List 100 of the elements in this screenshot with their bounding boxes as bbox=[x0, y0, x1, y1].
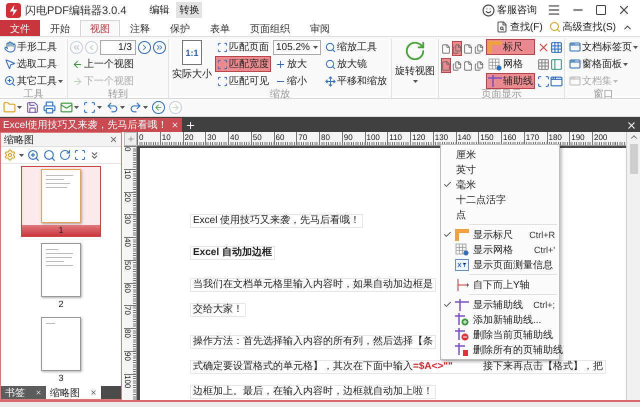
last-page-button[interactable] bbox=[153, 40, 166, 54]
print-button[interactable] bbox=[43, 101, 56, 114]
next-page-button[interactable] bbox=[138, 40, 151, 54]
grid-icon[interactable] bbox=[550, 41, 563, 54]
ribbon-tab[interactable]: 保护 bbox=[160, 20, 200, 36]
ribbon-tab[interactable]: 审阅 bbox=[300, 20, 340, 36]
group-label: 工具 bbox=[22, 89, 44, 100]
ruler-label: 200 bbox=[593, 133, 608, 142]
page-number-field[interactable]: 1/3 bbox=[100, 40, 136, 54]
page-thumbnail bbox=[41, 243, 81, 297]
ruler-label: 190 bbox=[570, 133, 585, 142]
undo-button[interactable] bbox=[106, 101, 125, 114]
menu-item[interactable]: 十二点活字 bbox=[441, 192, 559, 207]
panel-tab[interactable]: 缩略图 bbox=[46, 386, 101, 399]
fit-button[interactable]: 匹配可见 bbox=[215, 73, 271, 89]
file-menu-tab[interactable]: 文件 bbox=[0, 20, 40, 36]
checker-icon[interactable] bbox=[537, 58, 550, 71]
tool-button[interactable]: 选取工具 bbox=[2, 56, 65, 72]
page-icon bbox=[441, 44, 451, 54]
close-icon bbox=[617, 3, 631, 17]
menu-item[interactable]: 添加新辅助线... bbox=[441, 312, 559, 327]
menu-icon bbox=[547, 3, 561, 17]
mode-tab[interactable]: 转换 bbox=[176, 2, 202, 18]
menu-item[interactable]: 自下而上Y轴 bbox=[441, 277, 559, 292]
display-toggle-button[interactable]: 标尺 bbox=[486, 39, 535, 55]
menu-item[interactable]: 点 bbox=[441, 207, 559, 222]
zoom-level-select[interactable]: 105.2% bbox=[273, 40, 321, 54]
fit-button[interactable]: 匹配宽度 bbox=[215, 56, 271, 72]
save-button[interactable] bbox=[26, 101, 39, 114]
cross-icon[interactable] bbox=[537, 41, 550, 54]
page-thumbnail-item[interactable]: 1 bbox=[21, 166, 101, 237]
ribbon-tab[interactable]: 注释 bbox=[120, 20, 160, 36]
search-link[interactable]: 查找(F) bbox=[492, 18, 546, 36]
group-label: 窗口 bbox=[592, 89, 614, 100]
search-link[interactable]: 高级查找(S) bbox=[546, 18, 619, 36]
zoom-tool-button[interactable]: 缩放工具 bbox=[323, 39, 389, 55]
panel-tab[interactable]: 书签 bbox=[1, 386, 46, 399]
display-toggle-button[interactable]: 网格 bbox=[486, 56, 535, 72]
caret-icon bbox=[97, 106, 102, 109]
window-menu-button[interactable]: 文档标签页 bbox=[567, 39, 640, 55]
menu-item[interactable]: 显示标尺 Ctrl+R bbox=[441, 227, 559, 242]
zoom-tool-button[interactable]: 平移和缩放 bbox=[323, 73, 389, 89]
page-thumbnail-item[interactable]: 2 bbox=[21, 240, 101, 311]
page-frame-icon[interactable] bbox=[74, 149, 86, 161]
menu-item[interactable]: 英寸 bbox=[441, 162, 559, 177]
back-button[interactable] bbox=[152, 101, 165, 114]
panel-icon[interactable] bbox=[550, 58, 563, 71]
display-toggle-button[interactable]: 辅助线 bbox=[486, 73, 535, 89]
window-icon[interactable] bbox=[550, 75, 563, 88]
menu-item[interactable]: 显示页面测量信息 bbox=[441, 257, 559, 272]
zoom-in-icon[interactable] bbox=[27, 148, 40, 162]
page-thumbnail bbox=[41, 169, 81, 223]
tool-button[interactable]: 其它工具 bbox=[2, 73, 65, 89]
zoom-button[interactable]: 放大 bbox=[273, 56, 321, 72]
email-button[interactable] bbox=[60, 101, 79, 114]
ruler-label: 100 bbox=[366, 133, 380, 142]
paragraph-text: 操作方法：首先选择输入内容的所有列，然后选择【条 bbox=[190, 335, 436, 349]
ruler-label: 40 bbox=[124, 238, 132, 247]
page-thumbnail-item[interactable]: 3 bbox=[21, 314, 101, 385]
menu-item[interactable]: 厘米 bbox=[441, 147, 559, 162]
ribbon-tab[interactable]: 开始 bbox=[40, 20, 80, 36]
zoom-button[interactable]: 缩小 bbox=[273, 73, 321, 89]
actual-size-button[interactable]: 1:1 实际大小 bbox=[171, 39, 213, 82]
close-icon bbox=[171, 121, 180, 129]
view-history-button[interactable]: 上一个视图 bbox=[70, 56, 166, 72]
zoom-tool-button[interactable]: 放大镜 bbox=[323, 56, 389, 72]
close-icon[interactable] bbox=[109, 135, 118, 144]
group-label: 转到 bbox=[107, 89, 129, 100]
menu-item[interactable]: 显示网格 Ctrl+' bbox=[441, 242, 559, 257]
rotate-view-button[interactable]: 旋转视图 bbox=[394, 39, 436, 84]
caret-icon bbox=[613, 80, 618, 82]
ruler-label: 30 bbox=[124, 215, 132, 224]
ruler-label: 70 bbox=[124, 306, 132, 316]
ribbon-tab[interactable]: 视图 bbox=[80, 20, 120, 36]
double-chevron-down-icon[interactable] bbox=[89, 150, 100, 160]
ruler-label: 90 bbox=[342, 133, 353, 142]
menu-item[interactable]: 毫米 bbox=[441, 177, 559, 192]
scan-button[interactable] bbox=[83, 101, 102, 114]
undo-icon bbox=[106, 101, 119, 114]
ruler-label: 70 bbox=[297, 133, 308, 142]
fit-button[interactable]: 匹配页面 bbox=[215, 39, 271, 55]
ribbon-tab[interactable]: 页面组织 bbox=[240, 20, 300, 36]
scrollbar-thumb[interactable] bbox=[630, 144, 638, 174]
pointer-icon bbox=[4, 58, 16, 70]
rotate-page-icon[interactable] bbox=[59, 149, 71, 161]
pages-icon bbox=[452, 44, 462, 54]
grid-icon bbox=[488, 58, 502, 70]
caret-icon bbox=[17, 106, 22, 109]
ribbon-tab[interactable]: 表单 bbox=[200, 20, 240, 36]
redo-button[interactable] bbox=[129, 101, 148, 114]
menu-item[interactable]: 删除当前页辅助线 bbox=[441, 327, 559, 342]
shortcut-label: Ctrl+R bbox=[529, 230, 555, 240]
menu-item[interactable]: 显示辅助线 Ctrl+; bbox=[441, 297, 559, 312]
document-tab[interactable]: Excel使用技巧又来袭，先马后看哦！ bbox=[0, 118, 182, 132]
tool-button[interactable]: 手形工具 bbox=[2, 39, 65, 55]
redo-icon bbox=[129, 101, 142, 114]
mode-tab[interactable]: 编辑 bbox=[146, 2, 172, 18]
support-button[interactable]: 客服咨询 bbox=[479, 1, 540, 19]
open-button[interactable] bbox=[3, 101, 22, 114]
window-menu-button[interactable]: 窗格面板 bbox=[567, 56, 640, 72]
